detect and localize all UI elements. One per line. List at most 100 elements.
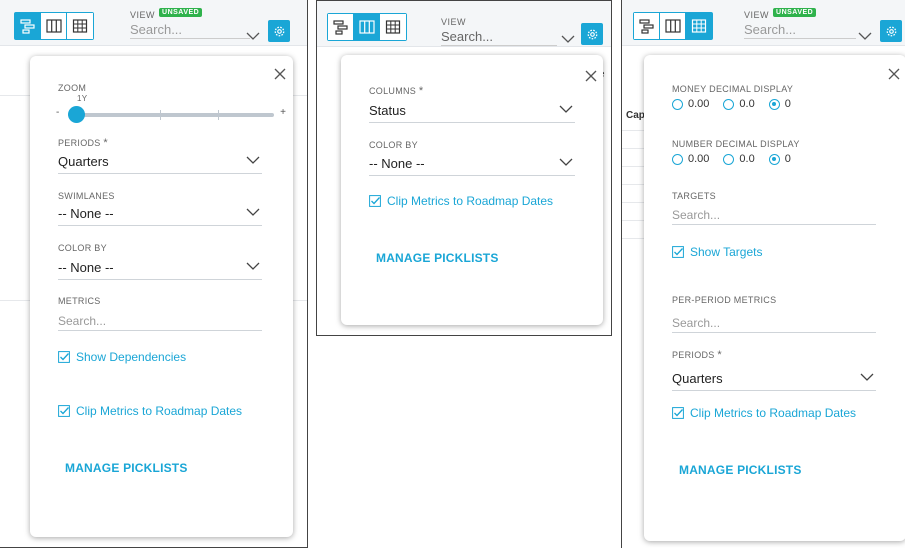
checkbox-checked-icon (672, 246, 684, 258)
money-decimal-label: MONEY DECIMAL DISPLAY (672, 84, 794, 94)
periods-value: Quarters (58, 154, 109, 169)
view-label: VIEW (744, 10, 770, 20)
view-selector: VIEW Search... (441, 17, 557, 46)
swimlanes-label: SWIMLANES (58, 191, 115, 201)
background-divider (622, 166, 646, 167)
grid-view-button[interactable] (380, 14, 406, 40)
zoom-value: 1Y (77, 94, 88, 103)
roadmap-view-button[interactable] (15, 13, 41, 39)
settings-pane-grid: VIEW UNSAVED Search... Cap MONEY DECIMAL … (621, 0, 905, 548)
number-decimal-radio-group: 0.00 0.0 0 (672, 153, 791, 165)
show-targets-label: Show Targets (690, 245, 763, 259)
view-label: VIEW (441, 17, 467, 27)
roadmap-icon (19, 19, 35, 34)
clip-metrics-checkbox[interactable]: Clip Metrics to Roadmap Dates (672, 406, 856, 420)
settings-button[interactable] (880, 20, 902, 42)
checkbox-checked-icon (369, 195, 381, 207)
view-search-input[interactable]: Search... (130, 22, 250, 39)
show-targets-checkbox[interactable]: Show Targets (672, 245, 763, 259)
swimlanes-select[interactable]: -- None -- (58, 204, 262, 226)
periods-select[interactable]: Quarters (672, 369, 876, 391)
manage-picklists-link[interactable]: MANAGE PICKLISTS (65, 461, 188, 475)
settings-pane-columns: VIEW Search... e COLUMNS * Status COLOR … (316, 0, 612, 336)
columns-icon (45, 19, 62, 33)
gear-icon (587, 29, 597, 39)
close-icon[interactable] (584, 69, 598, 83)
settings-popover: MONEY DECIMAL DISPLAY 0.00 0.0 0 NUMBER … (644, 55, 905, 541)
colorby-select[interactable]: -- None -- (369, 154, 575, 176)
per-period-search-input[interactable]: Search... (672, 313, 876, 333)
background-text: Cap (626, 110, 645, 121)
columns-label: COLUMNS * (369, 85, 424, 97)
periods-label: PERIODS * (58, 137, 109, 149)
columns-select[interactable]: Status (369, 101, 575, 123)
chevron-down-icon (559, 158, 573, 166)
zoom-plus[interactable]: + (280, 107, 286, 118)
view-search-input[interactable]: Search... (441, 29, 557, 46)
view-switcher (327, 13, 407, 41)
settings-button[interactable] (581, 23, 603, 45)
zoom-tick (160, 110, 161, 120)
manage-picklists-link[interactable]: MANAGE PICKLISTS (679, 463, 802, 477)
radio-icon (723, 153, 735, 165)
view-label: VIEW (130, 10, 156, 20)
money-decimal-radio-group: 0.00 0.0 0 (672, 98, 791, 110)
number-decimal-option[interactable]: 0 (768, 153, 791, 165)
grid-view-button[interactable] (67, 13, 93, 39)
number-decimal-option[interactable]: 0.0 (723, 153, 755, 165)
view-switcher (633, 12, 713, 40)
close-icon[interactable] (273, 67, 287, 81)
settings-button[interactable] (268, 20, 290, 42)
zoom-slider[interactable]: - + (56, 104, 286, 124)
colorby-select[interactable]: -- None -- (58, 258, 262, 280)
view-switcher (14, 12, 94, 40)
roadmap-view-button[interactable] (634, 13, 660, 39)
columns-icon (664, 19, 681, 33)
colorby-label: COLOR BY (369, 140, 418, 150)
zoom-minus[interactable]: - (56, 107, 59, 118)
grid-icon (72, 19, 88, 33)
view-selector: VIEW UNSAVED Search... (744, 7, 856, 39)
grid-view-button[interactable] (686, 13, 712, 39)
targets-search-input[interactable]: Search... (672, 205, 876, 225)
manage-picklists-link[interactable]: MANAGE PICKLISTS (376, 251, 499, 265)
radio-selected-icon (768, 98, 780, 110)
toolbar: VIEW UNSAVED Search... (622, 0, 905, 46)
clip-metrics-label: Clip Metrics to Roadmap Dates (387, 194, 554, 208)
gear-icon (886, 26, 896, 36)
view-search-input[interactable]: Search... (744, 22, 856, 39)
clip-metrics-checkbox[interactable]: Clip Metrics to Roadmap Dates (58, 404, 242, 418)
columns-view-button[interactable] (354, 14, 380, 40)
radio-icon (672, 98, 683, 110)
chevron-down-icon (860, 373, 874, 381)
money-decimal-option[interactable]: 0 (768, 98, 791, 110)
grid-icon (385, 20, 401, 34)
targets-label: TARGETS (672, 191, 716, 201)
zoom-tick (218, 110, 219, 120)
show-dependencies-checkbox[interactable]: Show Dependencies (58, 350, 186, 364)
number-decimal-option[interactable]: 0.00 (672, 153, 709, 165)
chevron-down-icon[interactable] (858, 28, 872, 44)
periods-select[interactable]: Quarters (58, 152, 262, 174)
show-dependencies-label: Show Dependencies (76, 350, 187, 364)
zoom-handle[interactable] (68, 106, 85, 123)
number-decimal-label: NUMBER DECIMAL DISPLAY (672, 139, 800, 149)
money-decimal-option[interactable]: 0.00 (672, 98, 709, 110)
toolbar: VIEW Search... (317, 1, 611, 47)
metrics-search-input[interactable]: Search... (58, 311, 262, 331)
chevron-down-icon[interactable] (561, 31, 575, 47)
zoom-track (68, 113, 274, 117)
chevron-down-icon[interactable] (246, 28, 260, 44)
columns-view-button[interactable] (660, 13, 686, 39)
periods-label: PERIODS * (672, 349, 723, 361)
per-period-metrics-label: PER-PERIOD METRICS (672, 295, 777, 305)
close-icon[interactable] (887, 67, 901, 81)
columns-view-button[interactable] (41, 13, 67, 39)
radio-icon (672, 153, 683, 165)
chevron-down-icon (246, 208, 260, 216)
money-decimal-option[interactable]: 0.0 (723, 98, 755, 110)
background-divider (622, 220, 646, 221)
roadmap-view-button[interactable] (328, 14, 354, 40)
clip-metrics-checkbox[interactable]: Clip Metrics to Roadmap Dates (369, 194, 553, 208)
background-divider (622, 184, 646, 185)
